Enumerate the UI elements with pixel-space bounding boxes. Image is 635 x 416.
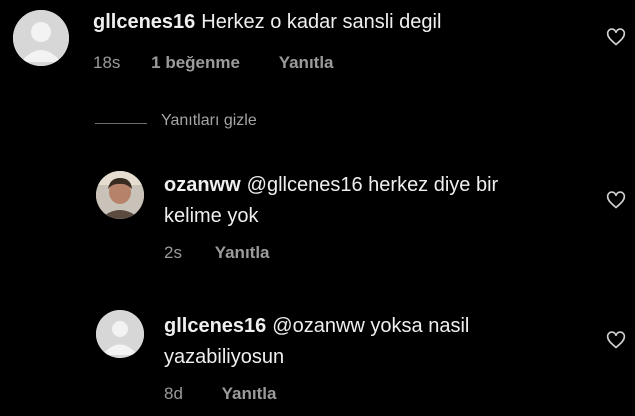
avatar[interactable] — [96, 310, 144, 358]
reply-button[interactable]: Yanıtla — [222, 384, 277, 404]
avatar[interactable] — [13, 10, 69, 66]
reply-username[interactable]: ozanww — [164, 174, 241, 196]
default-avatar-icon — [96, 310, 144, 358]
reply-text: ozanww @gllcenes16 herkez diye bir kelime… — [164, 171, 584, 230]
user-photo-icon — [96, 171, 144, 219]
comment-text: gllcenes16 Herkez o kadar sansli degil — [93, 8, 593, 36]
default-avatar-icon — [13, 10, 69, 66]
reply-time: 8d — [164, 384, 183, 403]
avatar[interactable] — [96, 171, 144, 219]
reply-body-line1: @ozanww yoksa nasil — [272, 315, 470, 337]
comment-time: 18s — [93, 53, 121, 72]
like-heart-icon[interactable] — [606, 190, 626, 210]
reply-meta: 8d Yanıtla — [164, 384, 276, 404]
likes-count-button[interactable]: 1 beğenme — [151, 53, 240, 73]
like-heart-icon[interactable] — [606, 27, 626, 47]
comment-meta: 18s 1 beğenme Yanıtla — [93, 53, 334, 73]
reply-body-line2: kelime yok — [164, 205, 259, 227]
comment-username[interactable]: gllcenes16 — [93, 11, 195, 33]
reply-body-line1: @gllcenes16 herkez diye bir — [246, 174, 499, 196]
reply-body-line2: yazabiliyosun — [164, 346, 285, 368]
hide-replies-label[interactable]: Yanıtları gizle — [161, 112, 257, 130]
reply-username[interactable]: gllcenes16 — [164, 315, 266, 337]
reply-button[interactable]: Yanıtla — [279, 53, 334, 73]
reply-meta: 2s Yanıtla — [164, 243, 270, 263]
reply-time: 2s — [164, 243, 182, 262]
reply-text: gllcenes16 @ozanww yoksa nasil yazabiliyo… — [164, 312, 584, 371]
like-heart-icon[interactable] — [606, 330, 626, 350]
reply-button[interactable]: Yanıtla — [215, 243, 270, 263]
divider-line — [95, 123, 147, 124]
comment-body: Herkez o kadar sansli degil — [201, 11, 442, 33]
